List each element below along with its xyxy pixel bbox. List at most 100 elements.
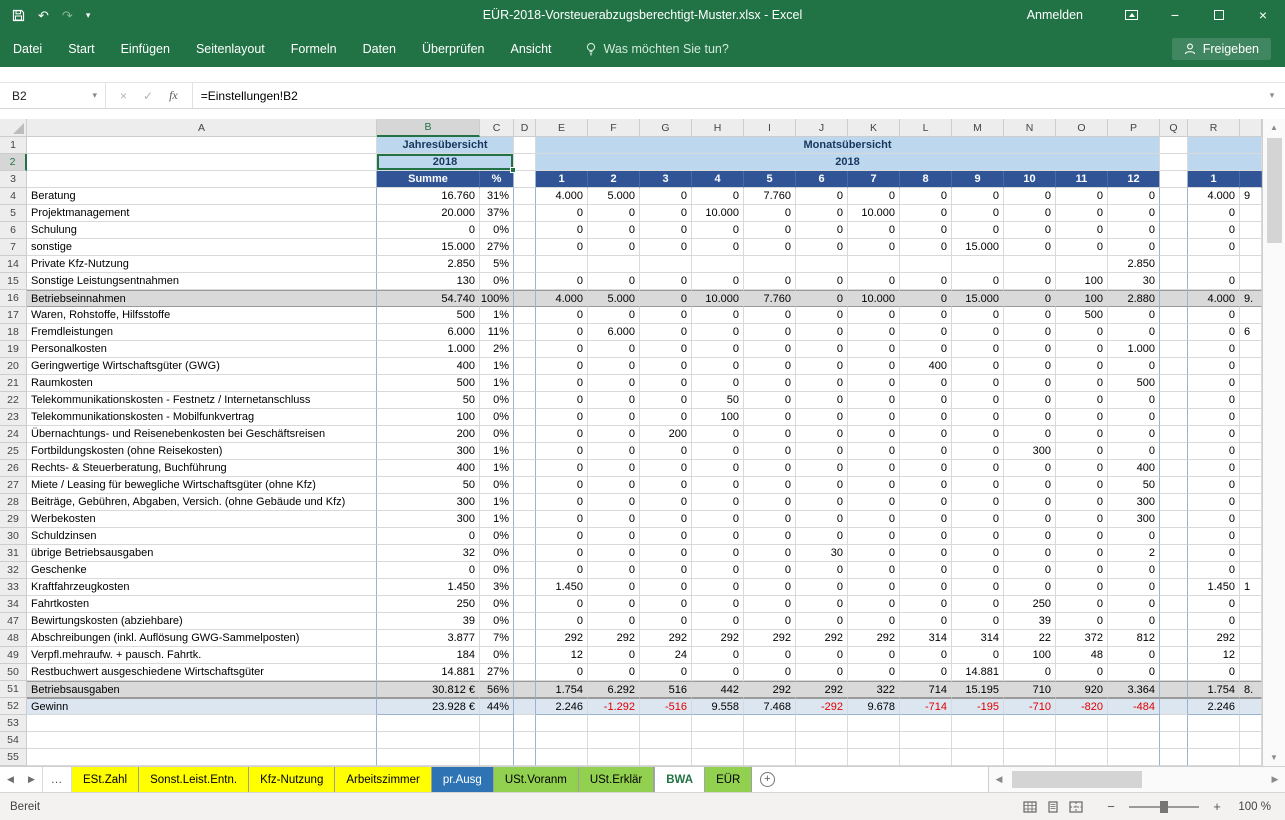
cell-J31[interactable]: 30 bbox=[796, 545, 848, 562]
cell-R31[interactable]: 0 bbox=[1188, 545, 1240, 562]
cell-N30[interactable]: 0 bbox=[1004, 528, 1056, 545]
cell-S25[interactable] bbox=[1240, 443, 1262, 460]
cell-C6[interactable]: 0% bbox=[480, 222, 514, 239]
cell-B25[interactable]: 300 bbox=[377, 443, 480, 460]
cell-C33[interactable]: 3% bbox=[480, 579, 514, 596]
cell-Q25[interactable] bbox=[1160, 443, 1188, 460]
cell-Q20[interactable] bbox=[1160, 358, 1188, 375]
cell-C19[interactable]: 2% bbox=[480, 341, 514, 358]
row-header-21[interactable]: 21 bbox=[0, 375, 27, 392]
cell-K49[interactable]: 0 bbox=[848, 647, 900, 664]
cell-A16[interactable]: Betriebseinnahmen bbox=[27, 290, 377, 307]
cell-M28[interactable]: 0 bbox=[952, 494, 1004, 511]
cell-S28[interactable] bbox=[1240, 494, 1262, 511]
cell-J24[interactable]: 0 bbox=[796, 426, 848, 443]
cell-D7[interactable] bbox=[514, 239, 536, 256]
cell-G24[interactable]: 200 bbox=[640, 426, 692, 443]
cell-L51[interactable]: 714 bbox=[900, 681, 952, 698]
cell-S27[interactable] bbox=[1240, 477, 1262, 494]
cell-N31[interactable]: 0 bbox=[1004, 545, 1056, 562]
cell-D33[interactable] bbox=[514, 579, 536, 596]
cell-J4[interactable]: 0 bbox=[796, 188, 848, 205]
cell-I23[interactable]: 0 bbox=[744, 409, 796, 426]
cell-L20[interactable]: 400 bbox=[900, 358, 952, 375]
row-header-55[interactable]: 55 bbox=[0, 749, 27, 766]
column-header-H[interactable]: H bbox=[692, 119, 744, 137]
cell-L23[interactable]: 0 bbox=[900, 409, 952, 426]
normal-view-icon[interactable] bbox=[1023, 801, 1037, 813]
row-header-51[interactable]: 51 bbox=[0, 681, 27, 698]
cell-B7[interactable]: 15.000 bbox=[377, 239, 480, 256]
sheet-tab-est.zahl[interactable]: ESt.Zahl bbox=[72, 767, 139, 792]
cell-E27[interactable]: 0 bbox=[536, 477, 588, 494]
cell-K22[interactable]: 0 bbox=[848, 392, 900, 409]
cell-S31[interactable] bbox=[1240, 545, 1262, 562]
sheet-tab-bwa[interactable]: BWA bbox=[654, 767, 705, 792]
add-sheet-button[interactable]: + bbox=[752, 767, 782, 792]
cell-A7[interactable]: sonstige bbox=[27, 239, 377, 256]
cell-I4[interactable]: 7.760 bbox=[744, 188, 796, 205]
vertical-scroll-thumb[interactable] bbox=[1267, 138, 1282, 243]
cell-E17[interactable]: 0 bbox=[536, 307, 588, 324]
cell-F47[interactable]: 0 bbox=[588, 613, 640, 630]
cell-B22[interactable]: 50 bbox=[377, 392, 480, 409]
cell-J50[interactable]: 0 bbox=[796, 664, 848, 681]
cell-G55[interactable] bbox=[640, 749, 692, 766]
cell-A24[interactable]: Übernachtungs- und Reisenebenkosten bei … bbox=[27, 426, 377, 443]
cell-M34[interactable]: 0 bbox=[952, 596, 1004, 613]
cell-A49[interactable]: Verpfl.mehraufw. + pausch. Fahrtk. bbox=[27, 647, 377, 664]
cell-H5[interactable]: 10.000 bbox=[692, 205, 744, 222]
cell-C23[interactable]: 0% bbox=[480, 409, 514, 426]
row-header-33[interactable]: 33 bbox=[0, 579, 27, 596]
cell-H25[interactable]: 0 bbox=[692, 443, 744, 460]
cell-B51[interactable]: 30.812 € bbox=[377, 681, 480, 698]
cell-Q32[interactable] bbox=[1160, 562, 1188, 579]
cell-G22[interactable]: 0 bbox=[640, 392, 692, 409]
cell-K24[interactable]: 0 bbox=[848, 426, 900, 443]
cell-Q31[interactable] bbox=[1160, 545, 1188, 562]
cell-E31[interactable]: 0 bbox=[536, 545, 588, 562]
cell-R33[interactable]: 1.450 bbox=[1188, 579, 1240, 596]
cell-N21[interactable]: 0 bbox=[1004, 375, 1056, 392]
cell-D16[interactable] bbox=[514, 290, 536, 307]
cell-L30[interactable]: 0 bbox=[900, 528, 952, 545]
cell-A6[interactable]: Schulung bbox=[27, 222, 377, 239]
cell-B20[interactable]: 400 bbox=[377, 358, 480, 375]
row-header-5[interactable]: 5 bbox=[0, 205, 27, 222]
cell-N29[interactable]: 0 bbox=[1004, 511, 1056, 528]
cell-O47[interactable]: 0 bbox=[1056, 613, 1108, 630]
cell-K20[interactable]: 0 bbox=[848, 358, 900, 375]
column-header-M[interactable]: M bbox=[952, 119, 1004, 137]
cell-H27[interactable]: 0 bbox=[692, 477, 744, 494]
cell-B16[interactable]: 54.740 bbox=[377, 290, 480, 307]
cell-M26[interactable]: 0 bbox=[952, 460, 1004, 477]
cell-G30[interactable]: 0 bbox=[640, 528, 692, 545]
cell-I19[interactable]: 0 bbox=[744, 341, 796, 358]
cell-G6[interactable]: 0 bbox=[640, 222, 692, 239]
cell-G20[interactable]: 0 bbox=[640, 358, 692, 375]
cell-J32[interactable]: 0 bbox=[796, 562, 848, 579]
cell-I24[interactable]: 0 bbox=[744, 426, 796, 443]
cell-N14[interactable] bbox=[1004, 256, 1056, 273]
cell-P18[interactable]: 0 bbox=[1108, 324, 1160, 341]
cell-F32[interactable]: 0 bbox=[588, 562, 640, 579]
save-icon[interactable] bbox=[12, 9, 25, 22]
ribbon-display-options-icon[interactable] bbox=[1109, 0, 1153, 30]
cell-K5[interactable]: 10.000 bbox=[848, 205, 900, 222]
cell-E4[interactable]: 4.000 bbox=[536, 188, 588, 205]
cell-E34[interactable]: 0 bbox=[536, 596, 588, 613]
cell-C29[interactable]: 1% bbox=[480, 511, 514, 528]
cell-B54[interactable] bbox=[377, 732, 480, 749]
cell-L48[interactable]: 314 bbox=[900, 630, 952, 647]
cell-B5[interactable]: 20.000 bbox=[377, 205, 480, 222]
cell-I49[interactable]: 0 bbox=[744, 647, 796, 664]
row-header-49[interactable]: 49 bbox=[0, 647, 27, 664]
cell-K50[interactable]: 0 bbox=[848, 664, 900, 681]
cell-O14[interactable] bbox=[1056, 256, 1108, 273]
cell-C51[interactable]: 56% bbox=[480, 681, 514, 698]
cell-A55[interactable] bbox=[27, 749, 377, 766]
cell-M51[interactable]: 15.195 bbox=[952, 681, 1004, 698]
cell-P6[interactable]: 0 bbox=[1108, 222, 1160, 239]
cell-D5[interactable] bbox=[514, 205, 536, 222]
cell-R27[interactable]: 0 bbox=[1188, 477, 1240, 494]
